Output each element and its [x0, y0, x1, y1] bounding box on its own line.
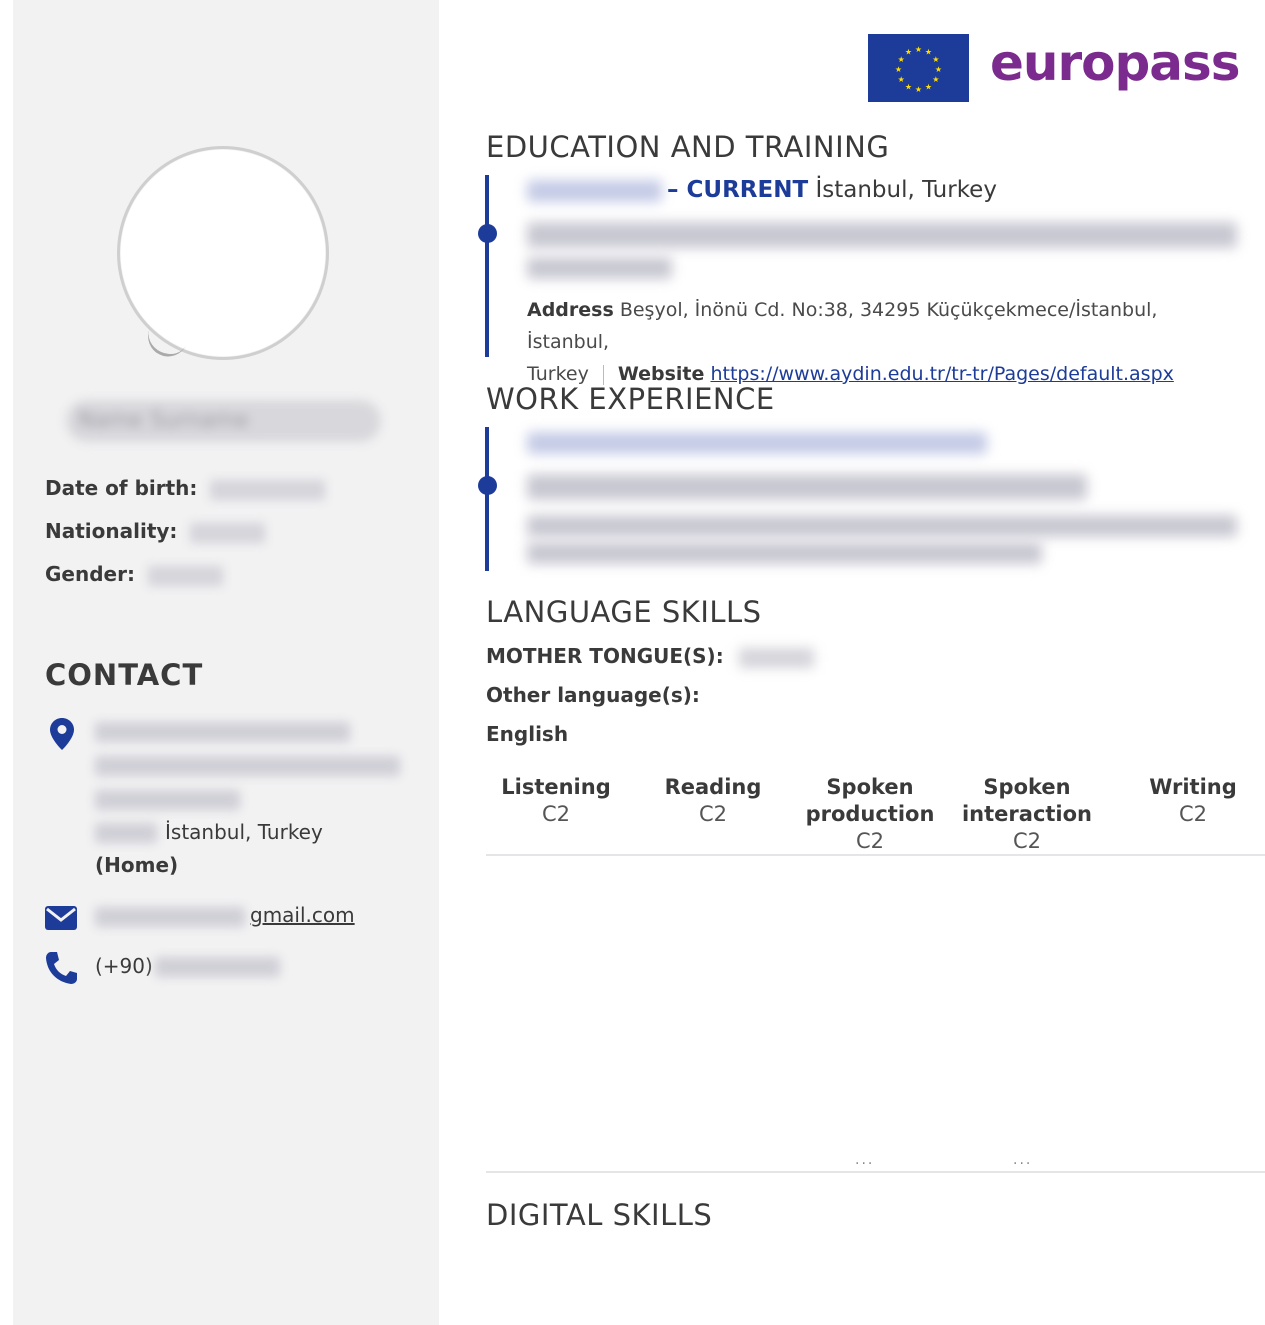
education-school-redacted: [527, 257, 672, 279]
svg-text:★: ★: [895, 65, 902, 74]
svg-text:★: ★: [898, 75, 905, 84]
map-pin-icon: [50, 718, 74, 750]
skill-heading-2: production: [805, 802, 935, 826]
svg-text:★: ★: [935, 65, 942, 74]
ellipsis-1: ...: [855, 1152, 875, 1168]
gender-row: Gender:: [45, 562, 223, 586]
mother-tongue-label: MOTHER TONGUE(S):: [486, 644, 724, 668]
address-line-3-redacted: [95, 790, 240, 810]
language-name: English: [486, 722, 569, 746]
address-value: Beşyol, İnönü Cd. No:38, 34295 Küçükçekm…: [527, 299, 1158, 353]
skill-spoken-production: Spoken production C2: [800, 774, 940, 855]
name-redacted: Name Surname: [66, 400, 381, 442]
date-of-birth-row: Date of birth:: [45, 476, 326, 500]
svg-text:★: ★: [925, 48, 932, 57]
education-current-label: – CURRENT: [667, 177, 809, 203]
skill-heading: Reading: [664, 775, 762, 799]
svg-text:★: ★: [898, 55, 905, 64]
address-label: Address: [527, 299, 614, 321]
skill-heading: Listening: [501, 775, 611, 799]
skill-level: C2: [698, 802, 728, 826]
skill-heading: Writing: [1149, 775, 1237, 799]
skill-listening: Listening C2: [496, 774, 616, 828]
skill-writing: Writing C2: [1133, 774, 1253, 828]
work-timeline-line: [485, 427, 489, 571]
ellipsis-2: ...: [1013, 1152, 1033, 1168]
education-timeline-line: [485, 175, 489, 357]
language-heading: LANGUAGE SKILLS: [486, 595, 762, 629]
other-languages-label: Other language(s):: [486, 683, 700, 707]
skill-reading: Reading C2: [653, 774, 773, 828]
work-desc-line-2-redacted: [527, 542, 1042, 564]
svg-text:★: ★: [932, 55, 939, 64]
date-of-birth-value: [210, 479, 326, 500]
address-line-1-redacted: [95, 722, 350, 742]
svg-text:★: ★: [915, 85, 922, 94]
website-link[interactable]: https://www.aydin.edu.tr/tr-tr/Pages/def…: [710, 363, 1173, 385]
svg-text:★: ★: [905, 48, 912, 57]
education-location: İstanbul, Turkey: [815, 177, 997, 203]
contact-heading: CONTACT: [45, 658, 204, 692]
nationality-label: Nationality:: [45, 519, 178, 543]
language-table-divider: [486, 854, 1265, 856]
skill-heading: Spoken: [826, 775, 914, 799]
skill-level: C2: [1012, 829, 1042, 853]
nationality-value: [190, 522, 266, 543]
education-timeline-dot: [478, 224, 497, 243]
svg-text:★: ★: [932, 75, 939, 84]
skill-level: C2: [855, 829, 885, 853]
mother-tongue-row: MOTHER TONGUE(S):: [486, 644, 814, 668]
nationality-row: Nationality:: [45, 519, 266, 543]
skill-spoken-interaction: Spoken interaction C2: [957, 774, 1097, 855]
education-heading: EDUCATION AND TRAINING: [486, 130, 890, 164]
education-title-redacted: [527, 222, 1237, 248]
work-timeline-dot: [478, 476, 497, 495]
address-line-2-redacted: [95, 756, 400, 776]
skill-heading-2: interaction: [961, 802, 1093, 826]
gender-label: Gender:: [45, 562, 135, 586]
work-desc-line-1-redacted: [527, 515, 1237, 537]
envelope-icon: [45, 906, 77, 930]
skill-level: C2: [541, 802, 571, 826]
education-address: Address Beşyol, İnönü Cd. No:38, 34295 K…: [527, 294, 1227, 390]
language-table-bottom-divider: [486, 1171, 1265, 1173]
europass-logo-text: europass: [990, 34, 1241, 92]
mother-tongue-value: [738, 647, 814, 668]
email-user-redacted: [95, 907, 245, 927]
address-type: (Home): [95, 853, 179, 877]
work-title-redacted: [527, 474, 1087, 500]
svg-text:★: ★: [905, 82, 912, 91]
svg-text:★: ★: [915, 45, 922, 54]
name-text: Name Surname: [78, 408, 249, 433]
postcode-redacted: [95, 823, 157, 843]
svg-text:★: ★: [925, 82, 932, 91]
work-date-redacted: [527, 432, 987, 454]
phone-icon: [46, 952, 77, 984]
eu-flag-icon: ★ ★ ★ ★ ★ ★ ★ ★ ★ ★ ★ ★: [868, 34, 969, 102]
email-link[interactable]: gmail.com: [250, 903, 355, 927]
work-heading: WORK EXPERIENCE: [486, 382, 775, 416]
skill-heading: Spoken: [983, 775, 1071, 799]
phone-number-redacted: [155, 957, 280, 977]
skill-level: C2: [1178, 802, 1208, 826]
address-city: İstanbul, Turkey: [165, 820, 323, 844]
digital-heading: DIGITAL SKILLS: [486, 1198, 713, 1232]
phone-prefix: (+90): [95, 954, 153, 978]
gender-value: [147, 565, 223, 586]
education-date-redacted: [527, 180, 662, 202]
education-date-line: – CURRENT İstanbul, Turkey: [667, 177, 997, 203]
date-of-birth-label: Date of birth:: [45, 476, 198, 500]
